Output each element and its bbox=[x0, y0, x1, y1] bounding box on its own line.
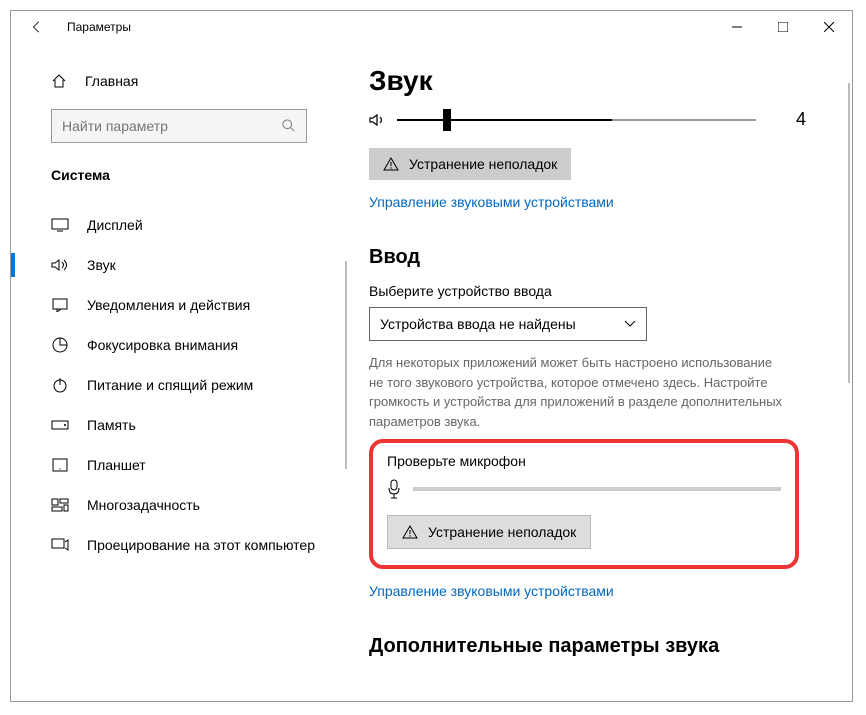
sidebar-item-label: Звук bbox=[87, 257, 116, 273]
button-label: Устранение неполадок bbox=[409, 156, 557, 172]
display-icon bbox=[51, 218, 69, 232]
sidebar-item-label: Питание и спящий режим bbox=[87, 377, 253, 393]
sidebar-item-sound[interactable]: Звук bbox=[11, 245, 347, 285]
input-device-dropdown[interactable]: Устройства ввода не найдены bbox=[369, 307, 647, 341]
mic-test-label: Проверьте микрофон bbox=[387, 453, 781, 469]
sidebar: Главная Система Дисплей Звук bbox=[11, 43, 347, 701]
category-label: Система bbox=[11, 167, 347, 183]
sidebar-item-power[interactable]: Питание и спящий режим bbox=[11, 365, 347, 405]
warning-icon bbox=[383, 157, 399, 171]
main-content: Звук 4 Устранение неполадок Управление з… bbox=[347, 43, 852, 701]
speaker-icon bbox=[369, 112, 387, 128]
focus-icon bbox=[51, 337, 69, 353]
search-input[interactable] bbox=[51, 109, 307, 143]
close-button[interactable] bbox=[806, 11, 852, 43]
chevron-down-icon bbox=[624, 320, 636, 328]
sidebar-item-focus[interactable]: Фокусировка внимания bbox=[11, 325, 347, 365]
power-icon bbox=[51, 377, 69, 393]
sidebar-item-multitask[interactable]: Многозадачность bbox=[11, 485, 347, 525]
troubleshoot-output-button[interactable]: Устранение неполадок bbox=[369, 148, 571, 180]
tablet-icon bbox=[51, 458, 69, 472]
search-field[interactable] bbox=[62, 118, 282, 134]
titlebar: Параметры bbox=[11, 11, 852, 43]
home-label: Главная bbox=[85, 73, 138, 89]
sidebar-item-label: Планшет bbox=[87, 457, 146, 473]
sidebar-item-label: Память bbox=[87, 417, 136, 433]
manage-output-link[interactable]: Управление звуковыми устройствами bbox=[369, 194, 806, 210]
home-icon bbox=[51, 73, 67, 89]
sidebar-item-notifications[interactable]: Уведомления и действия bbox=[11, 285, 347, 325]
home-link[interactable]: Главная bbox=[11, 67, 347, 95]
mic-test-highlight: Проверьте микрофон Устранение неполадок bbox=[369, 439, 799, 569]
warning-icon bbox=[402, 525, 418, 539]
sidebar-item-tablet[interactable]: Планшет bbox=[11, 445, 347, 485]
notify-icon bbox=[51, 298, 69, 312]
sidebar-item-label: Уведомления и действия bbox=[87, 297, 250, 313]
dropdown-value: Устройства ввода не найдены bbox=[380, 316, 576, 332]
sidebar-item-label: Фокусировка внимания bbox=[87, 337, 238, 353]
main-scrollbar[interactable] bbox=[848, 83, 850, 383]
volume-row: 4 bbox=[369, 109, 806, 130]
storage-icon bbox=[51, 420, 69, 430]
sidebar-item-label: Дисплей bbox=[87, 217, 143, 233]
multitask-icon bbox=[51, 498, 69, 512]
troubleshoot-input-button[interactable]: Устранение неполадок bbox=[387, 515, 591, 549]
mic-level-row bbox=[387, 479, 781, 499]
window-body: Главная Система Дисплей Звук bbox=[11, 43, 852, 701]
sidebar-item-label: Многозадачность bbox=[87, 497, 200, 513]
sidebar-item-storage[interactable]: Память bbox=[11, 405, 347, 445]
volume-slider[interactable] bbox=[397, 119, 756, 121]
nav-list: Дисплей Звук Уведомления и действия Фоку… bbox=[11, 205, 347, 565]
advanced-heading: Дополнительные параметры звука bbox=[369, 635, 806, 658]
choose-input-label: Выберите устройство ввода bbox=[369, 283, 806, 299]
settings-window: Параметры Главная bbox=[10, 10, 853, 702]
sidebar-item-project[interactable]: Проецирование на этот компьютер bbox=[11, 525, 347, 565]
back-button[interactable] bbox=[23, 20, 51, 34]
manage-input-link[interactable]: Управление звуковыми устройствами bbox=[369, 583, 806, 599]
project-icon bbox=[51, 538, 69, 552]
input-note: Для некоторых приложений может быть наст… bbox=[369, 353, 789, 431]
sidebar-item-label: Проецирование на этот компьютер bbox=[87, 537, 315, 553]
microphone-icon bbox=[387, 479, 401, 499]
sound-icon bbox=[51, 258, 69, 272]
minimize-button[interactable] bbox=[714, 11, 760, 43]
search-icon bbox=[282, 119, 296, 133]
volume-value: 4 bbox=[766, 109, 806, 130]
mic-level-bar bbox=[413, 487, 781, 491]
page-title: Звук bbox=[369, 65, 806, 97]
sidebar-item-display[interactable]: Дисплей bbox=[11, 205, 347, 245]
input-heading: Ввод bbox=[369, 246, 806, 269]
maximize-button[interactable] bbox=[760, 11, 806, 43]
window-title: Параметры bbox=[67, 20, 714, 34]
button-label: Устранение неполадок bbox=[428, 524, 576, 540]
